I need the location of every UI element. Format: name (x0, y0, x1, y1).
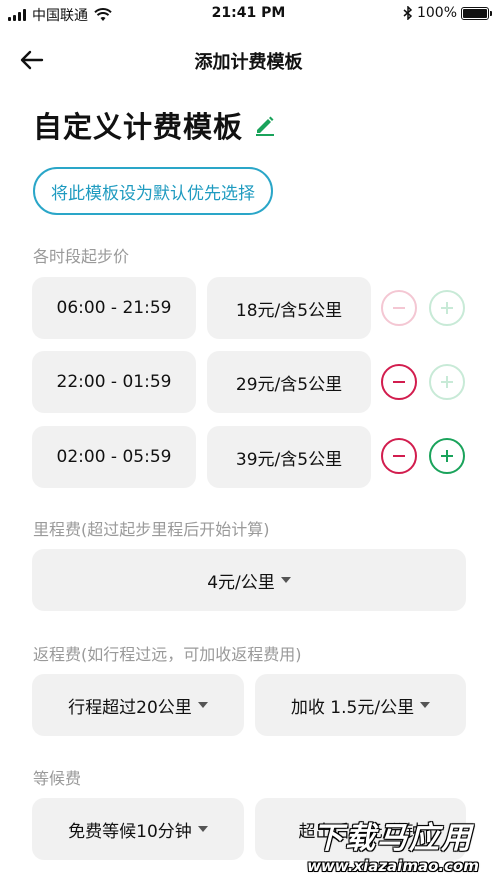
dropdown-caret-icon (420, 702, 431, 708)
set-default-button[interactable]: 将此模板设为默认优先选择 (33, 167, 273, 215)
time-slot-price-2[interactable]: 29元/含5公里 (207, 351, 371, 413)
mileage-fee-select[interactable]: 4元/公里 (32, 549, 466, 611)
minus-icon (393, 455, 405, 457)
plus-icon (441, 376, 453, 388)
time-slot-price-3[interactable]: 39元/含5公里 (207, 426, 371, 488)
dropdown-caret-icon (197, 826, 208, 832)
minus-icon (393, 381, 405, 383)
plus-icon (441, 302, 453, 314)
mileage-fee-value: 4元/公里 (207, 572, 275, 593)
remove-slot-button-2[interactable] (381, 364, 417, 400)
screen: 中国联通 21:41 PM 100% 添加计费模板 自定义计费模板 将此模板设为… (0, 0, 497, 883)
free-waiting-value: 免费等候10分钟 (68, 821, 192, 842)
remove-slot-button-1[interactable] (381, 290, 417, 326)
minus-icon (393, 307, 405, 309)
watermark-site: www.xiazaimao.com (307, 857, 479, 875)
nav-title: 添加计费模板 (194, 52, 303, 73)
return-threshold-value: 行程超过20公里 (68, 697, 192, 718)
nav-bar: 添加计费模板 (0, 40, 497, 80)
dropdown-caret-icon (197, 702, 208, 708)
status-bar: 中国联通 21:41 PM 100% (0, 0, 497, 28)
page-title: 自定义计费模板 (33, 110, 244, 144)
time-slot-range-3[interactable]: 02:00 - 05:59 (32, 426, 196, 488)
return-threshold-select[interactable]: 行程超过20公里 (32, 674, 244, 736)
return-surcharge-select[interactable]: 加收 1.5元/公里 (255, 674, 466, 736)
free-waiting-select[interactable]: 免费等候10分钟 (32, 798, 244, 860)
edit-pencil-icon[interactable] (253, 113, 277, 137)
status-right: 100% (403, 5, 492, 21)
add-slot-button-2[interactable] (429, 364, 465, 400)
mileage-label: 里程费(超过起步里程后开始计算) (33, 520, 270, 539)
remove-slot-button-3[interactable] (381, 438, 417, 474)
waiting-fee-label: 等候费 (33, 769, 82, 788)
time-slot-range-2[interactable]: 22:00 - 01:59 (32, 351, 196, 413)
plus-icon (441, 450, 453, 462)
add-slot-button-3[interactable] (429, 438, 465, 474)
return-surcharge-value: 加收 1.5元/公里 (290, 697, 415, 718)
return-fee-label: 返程费(如行程过远，可加收返程费用) (33, 645, 302, 664)
time-slot-range-1[interactable]: 06:00 - 21:59 (32, 277, 196, 339)
bluetooth-icon (403, 6, 413, 20)
page-title-row: 自定义计费模板 (33, 104, 277, 146)
battery-percent: 100% (416, 5, 457, 21)
add-slot-button-1[interactable] (429, 290, 465, 326)
time-slot-price-1[interactable]: 18元/含5公里 (207, 277, 371, 339)
watermark-title: 下载马应用 (313, 821, 473, 856)
watermark-logo: 下载马应用 www.xiazaimao.com (295, 813, 491, 875)
battery-icon (461, 6, 492, 20)
dropdown-caret-icon (280, 577, 291, 583)
time-slots-label: 各时段起步价 (33, 247, 130, 266)
